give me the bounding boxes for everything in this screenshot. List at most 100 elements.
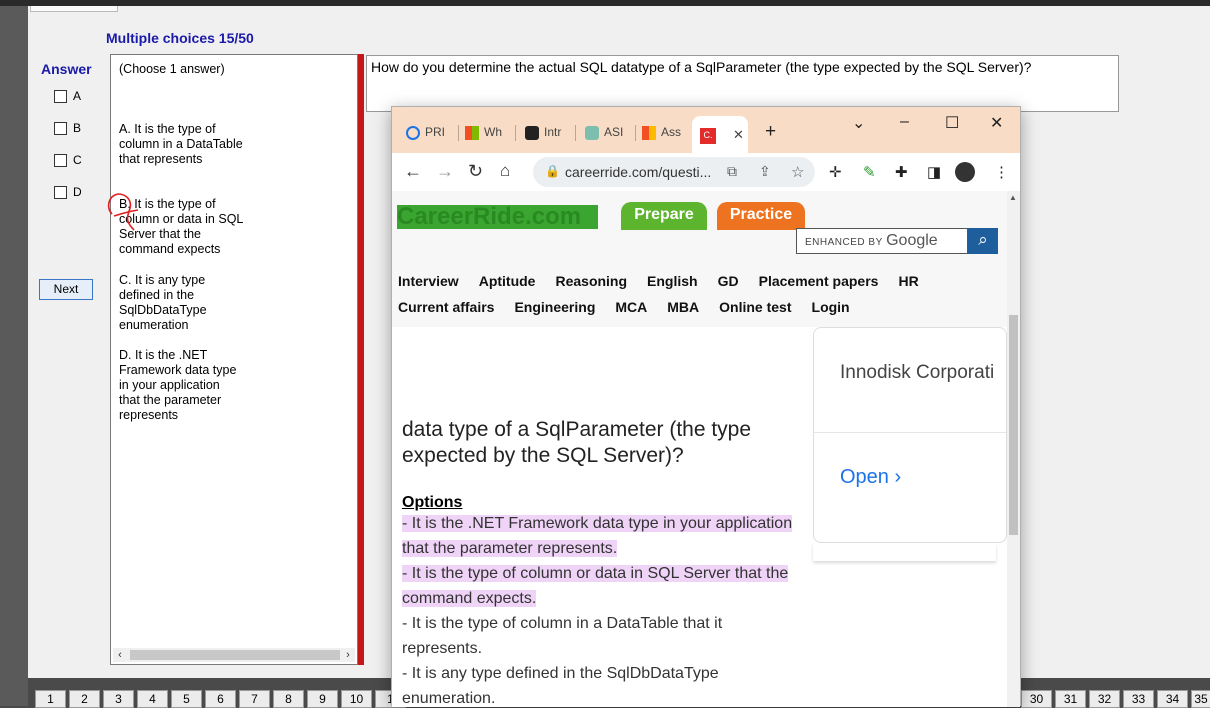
options-panel: (Choose 1 answer) A. It is the type of c… <box>110 54 358 665</box>
scroll-right-icon[interactable]: › <box>341 648 355 662</box>
search-prefix: ENHANCED BY <box>805 237 883 248</box>
move-extension-icon[interactable]: ✛ <box>829 163 842 181</box>
quora-icon <box>406 125 420 140</box>
page-button[interactable]: 34 <box>1157 690 1188 708</box>
address-bar[interactable]: 🔒 careerride.com/questi... ⧉ ⇪ ☆ <box>533 157 815 187</box>
page-button[interactable]: 1 <box>35 690 66 708</box>
reload-icon[interactable]: ↻ <box>468 161 483 182</box>
prepare-tab[interactable]: Prepare <box>621 202 707 230</box>
menu-online-test[interactable]: Online test <box>719 299 791 315</box>
menu-hr[interactable]: HR <box>898 273 918 289</box>
bookmark-star-icon[interactable]: ☆ <box>791 163 804 181</box>
option-c: C. It is any type defined in the SqlDbDa… <box>119 273 207 332</box>
options-heading: Options <box>402 494 463 511</box>
tab-2[interactable]: Wh <box>465 118 502 146</box>
menu-kebab-icon[interactable]: ⋮ <box>994 163 1009 181</box>
page-button[interactable]: 6 <box>205 690 236 708</box>
vertical-scroll-thumb[interactable] <box>1009 315 1018 535</box>
maximize-icon[interactable]: ☐ <box>945 113 959 133</box>
color-extension-icon[interactable]: ✎ <box>863 163 876 181</box>
option-a: A. It is the type of column in a DataTab… <box>119 122 243 166</box>
tab-2-label: Wh <box>484 125 502 139</box>
tab-4-label: ASI <box>604 125 624 139</box>
page-button[interactable]: 35 <box>1191 690 1210 708</box>
option-d: D. It is the .NET Framework data type in… <box>119 348 237 422</box>
vertical-scrollbar[interactable]: ▲ <box>1007 191 1020 707</box>
answer-checkbox-a[interactable] <box>54 90 67 103</box>
page-button[interactable]: 30 <box>1021 690 1052 708</box>
tab-active-careerride[interactable]: C. ✕ <box>692 116 748 153</box>
page-button[interactable]: 32 <box>1089 690 1120 708</box>
answer-checkbox-c[interactable] <box>54 154 67 167</box>
page-button[interactable]: 10 <box>341 690 372 708</box>
google-brand: Google <box>886 232 938 249</box>
page-button[interactable]: 8 <box>273 690 304 708</box>
tab-1[interactable]: PRI <box>406 118 445 146</box>
menu-english[interactable]: English <box>647 273 698 289</box>
scroll-thumb[interactable] <box>130 650 340 660</box>
close-tab-icon[interactable]: ✕ <box>733 127 744 142</box>
menu-interview[interactable]: Interview <box>398 273 459 289</box>
menu-login[interactable]: Login <box>812 299 850 315</box>
extensions-puzzle-icon[interactable]: ✚ <box>895 163 908 181</box>
web-page: data type of a SqlParameter (the type ex… <box>392 191 1020 707</box>
answer-checkbox-b[interactable] <box>54 122 67 135</box>
menu-reasoning[interactable]: Reasoning <box>555 273 627 289</box>
scroll-left-icon[interactable]: ‹ <box>113 648 127 662</box>
search-icon[interactable]: ⌕ <box>968 228 998 254</box>
minimize-icon[interactable]: – <box>900 113 909 131</box>
careerride-logo[interactable]: CareerRide.com <box>397 205 598 229</box>
share-icon[interactable]: ⇪ <box>759 163 771 180</box>
page-button[interactable]: 4 <box>137 690 168 708</box>
page-button[interactable]: 9 <box>307 690 338 708</box>
tab-search-icon[interactable]: ⌄ <box>852 113 865 133</box>
menu-gd[interactable]: GD <box>718 273 739 289</box>
next-button[interactable]: Next <box>39 279 93 300</box>
options-instruction: (Choose 1 answer) <box>119 62 225 76</box>
translate-icon[interactable]: ⧉ <box>727 163 737 180</box>
horizontal-scrollbar[interactable]: ‹ › <box>113 648 355 662</box>
menu-current-affairs[interactable]: Current affairs <box>398 299 494 315</box>
menu-engineering[interactable]: Engineering <box>514 299 595 315</box>
advertisement-card[interactable]: Innodisk Corporati Open › <box>813 327 1007 543</box>
forward-icon[interactable]: → <box>436 161 454 182</box>
careerride-favicon-icon: C. <box>700 127 716 144</box>
tab-strip: PRI Wh Intr ASI Ass C. ✕ + ⌄ – ☐ ✕ <box>392 107 1020 153</box>
scroll-up-icon[interactable]: ▲ <box>1009 193 1017 202</box>
ad-open-link[interactable]: Open › <box>840 466 901 489</box>
answer-checkbox-d[interactable] <box>54 186 67 199</box>
splitter-bar[interactable] <box>358 54 364 665</box>
home-icon[interactable]: ⌂ <box>500 161 510 181</box>
tab-5[interactable]: Ass <box>642 118 681 146</box>
menu-mba[interactable]: MBA <box>667 299 699 315</box>
chatgpt-icon <box>585 125 599 140</box>
profile-avatar[interactable] <box>955 162 975 182</box>
tab-3[interactable]: Intr <box>525 118 561 146</box>
page-button[interactable]: 2 <box>69 690 100 708</box>
option-line-4: command expects. <box>402 590 537 607</box>
google-search-input[interactable]: ENHANCED BY Google <box>796 228 968 254</box>
menu-mca[interactable]: MCA <box>615 299 647 315</box>
microsoft-icon <box>642 125 656 140</box>
new-tab-button[interactable]: + <box>765 118 776 146</box>
menu-placement-papers[interactable]: Placement papers <box>759 273 879 289</box>
answer-label-b: B <box>73 121 82 135</box>
page-button[interactable]: 33 <box>1123 690 1154 708</box>
url-text: careerride.com/questi... <box>565 164 712 180</box>
page-button[interactable]: 5 <box>171 690 202 708</box>
question-text: How do you determine the actual SQL data… <box>366 55 1119 112</box>
option-line-7: - It is any type defined in the SqlDbDat… <box>402 665 719 682</box>
page-button[interactable]: 7 <box>239 690 270 708</box>
menu-aptitude[interactable]: Aptitude <box>479 273 536 289</box>
ad-footer <box>813 543 996 561</box>
tab-4[interactable]: ASI <box>585 118 623 146</box>
microsoft-icon <box>465 125 479 140</box>
answer-label-d: D <box>73 185 82 199</box>
close-window-icon[interactable]: ✕ <box>990 113 1003 133</box>
back-icon[interactable]: ← <box>404 161 422 182</box>
page-button[interactable]: 3 <box>103 690 134 708</box>
practice-tab[interactable]: Practice <box>717 202 805 230</box>
page-button[interactable]: 31 <box>1055 690 1086 708</box>
tab-1-label: PRI <box>425 125 446 139</box>
side-panel-icon[interactable]: ◨ <box>927 163 941 181</box>
